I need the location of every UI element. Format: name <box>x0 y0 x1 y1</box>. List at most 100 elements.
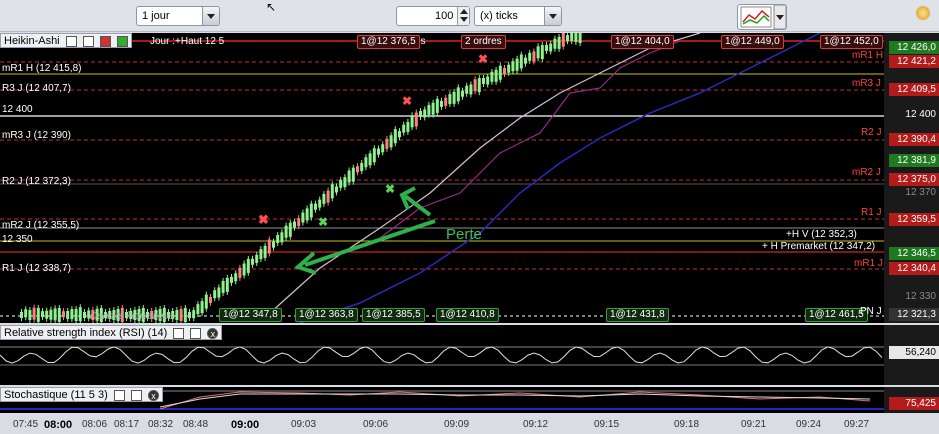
stoch-title: Stochastique (11 5 3) <box>4 389 108 401</box>
ma-fast-line <box>269 33 701 314</box>
toolbar: 1 jour 100 (x) ticks ↖ <box>0 0 939 32</box>
level-label: mR3 J (12 390) <box>2 130 71 141</box>
time-tick: 08:48 <box>183 419 209 430</box>
level-label: R1 J (12 338,7) <box>2 263 71 274</box>
order-tag[interactable]: 1@12 385,5 <box>362 308 425 322</box>
wrench-icon[interactable] <box>65 35 77 47</box>
move-up-icon[interactable] <box>116 35 128 47</box>
move-down-icon[interactable] <box>99 35 111 47</box>
price-tick: 12 390,4 <box>889 133 939 146</box>
buy-marker-icon: ✖ <box>318 215 328 229</box>
ma-slow-line <box>299 33 821 323</box>
time-tick: 09:03 <box>291 419 317 430</box>
price-axis: 12 426,0 12 421,2 12 409,5 12 400 12 390… <box>884 33 939 323</box>
time-tick: 09:06 <box>363 419 389 430</box>
close-icon[interactable]: x <box>207 327 219 339</box>
order-tag[interactable]: 1@12 431,8 <box>606 308 669 322</box>
panel-title-bar: Heikin-Ashi <box>0 33 132 48</box>
level-label-right: +H V (12 352,3) <box>786 229 857 240</box>
price-tick: 12 409,5 <box>889 83 939 96</box>
time-tick: 09:00 <box>231 419 260 431</box>
sell-marker-icon: ✖ <box>478 52 488 66</box>
level-label: 12 400 <box>2 104 33 115</box>
densite-label: Densité indicatives <box>90 311 174 322</box>
period-value: 1 jour <box>142 10 170 22</box>
quantity-stepper[interactable]: 100 <box>396 6 470 26</box>
stoch-title-bar: Stochastique (11 5 3) x <box>0 387 163 402</box>
stepper-arrows-icon[interactable] <box>457 7 469 25</box>
order-tag[interactable]: 1@12 363,8 <box>295 308 358 322</box>
price-tick: 12 375,0 <box>889 173 939 186</box>
time-tick: 09:12 <box>523 419 549 430</box>
level-label: 12 350 <box>2 234 33 245</box>
order-tag[interactable]: 1@12 449,0 <box>721 35 784 49</box>
price-tick: 12 426,0 <box>889 41 939 54</box>
rsi-line <box>0 346 883 364</box>
period-select[interactable]: 1 jour <box>136 6 220 26</box>
chart-type-button[interactable] <box>737 4 787 30</box>
rsi-title-bar: Relative strength index (RSI) (14) x <box>0 325 223 340</box>
mouse-cursor-icon: ↖ <box>266 0 277 14</box>
time-tick: 08:32 <box>148 419 174 430</box>
time-tick: 09:24 <box>796 419 822 430</box>
price-tick: 12 346,5 <box>889 247 939 260</box>
level-label-right: + H Premarket (12 347,2) <box>762 241 876 252</box>
time-tick: 09:09 <box>444 419 470 430</box>
stoch-value: 75,425 <box>889 397 939 410</box>
price-chart-svg: ✖ ✖ ✖ ✖ ✖ <box>0 33 884 323</box>
time-tick: 09:15 <box>594 419 620 430</box>
price-tick: 12 370 <box>905 187 936 198</box>
wrench-icon[interactable] <box>113 389 125 401</box>
stoch-d-line <box>159 393 871 408</box>
time-tick: 08:06 <box>82 419 108 430</box>
level-label: R3 J (12 407,7) <box>2 83 71 94</box>
panel-title: Heikin-Ashi <box>4 35 60 47</box>
level-label-right: mR1 H <box>852 50 884 61</box>
level-label: mR2 J (12 355,5) <box>2 220 80 231</box>
time-axis: 07:45 08:00 08:06 08:17 08:32 08:48 09:0… <box>0 413 884 434</box>
order-tag[interactable]: 1@12 404,0 <box>611 35 674 49</box>
level-label-right: R1 J <box>861 207 882 218</box>
price-tick: 12 321,3 <box>889 308 939 321</box>
info-text: Jour :+Haut 12 5 <box>150 36 225 47</box>
ma-mid-line <box>379 40 681 239</box>
candles-group <box>20 33 582 323</box>
level-label-right: mR3 J <box>852 78 881 89</box>
chevron-down-icon[interactable] <box>544 7 561 25</box>
level-label: R2 J (12 372,3) <box>2 176 71 187</box>
close-icon[interactable]: x <box>147 389 159 401</box>
price-tick: 12 330 <box>905 291 936 302</box>
price-chart-panel[interactable]: ✖ ✖ ✖ ✖ ✖ Heikin-Ashi Jour :+Haut 12 5 d… <box>0 33 884 323</box>
price-tick: 12 340,4 <box>889 262 939 275</box>
order-tag[interactable]: 1@12 452,0 <box>820 35 883 49</box>
sell-marker-icon: ✖ <box>402 94 412 108</box>
sell-marker-icon: ✖ <box>258 212 269 227</box>
quantity-value: 100 <box>435 10 454 22</box>
wrench-icon[interactable] <box>173 327 185 339</box>
level-label-right: mR2 J <box>852 167 881 178</box>
order-tag[interactable]: 1@12 347,8 <box>219 308 282 322</box>
unit-value: (x) ticks <box>480 10 518 22</box>
order-tag[interactable]: 1@12 376,5 <box>357 35 420 49</box>
level-label-right: PN J <box>860 306 882 317</box>
price-tick: 12 381,9 <box>889 154 939 167</box>
chart-type-icon <box>740 4 787 30</box>
time-tick: 09:27 <box>844 419 870 430</box>
order-tag[interactable]: 1@12 461,5 <box>805 308 868 322</box>
time-tick: 07:45 <box>13 419 39 430</box>
minimize-icon[interactable] <box>130 389 142 401</box>
window-control-icon[interactable] <box>916 6 930 20</box>
rsi-value: 56,240 <box>889 346 939 359</box>
stoch-panel[interactable]: Stochastique (11 5 3) x 75,425 <box>0 387 939 413</box>
minimize-icon[interactable] <box>82 35 94 47</box>
time-tick: 09:18 <box>674 419 700 430</box>
minimize-icon[interactable] <box>190 327 202 339</box>
time-tick: 08:17 <box>114 419 140 430</box>
time-tick: 08:00 <box>44 419 73 431</box>
order-tag[interactable]: 1@12 410,8 <box>436 308 499 322</box>
order-tag[interactable]: 2 ordres <box>461 35 506 49</box>
chevron-down-icon[interactable] <box>202 7 219 25</box>
unit-select[interactable]: (x) ticks <box>474 6 562 26</box>
buy-marker-icon: ✖ <box>385 182 395 196</box>
rsi-panel[interactable]: Relative strength index (RSI) (14) x 56,… <box>0 325 939 385</box>
